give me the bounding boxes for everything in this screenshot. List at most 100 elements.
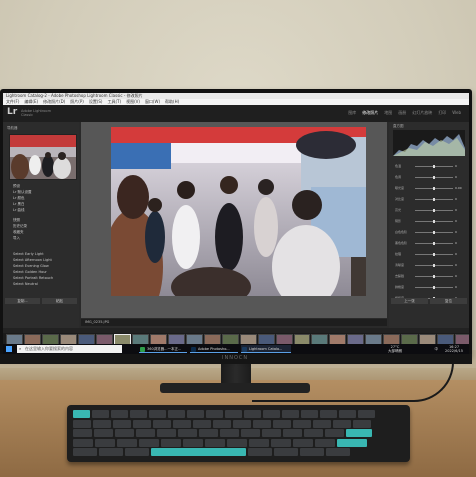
keyboard-key[interactable] — [206, 410, 223, 418]
slider-knob[interactable] — [433, 175, 435, 179]
taskbar-app-lightroom[interactable]: Lightroom Catalo... — [241, 345, 291, 353]
keyboard-key[interactable] — [73, 410, 90, 418]
keyboard-key[interactable] — [320, 410, 337, 418]
keyboard-key[interactable] — [263, 410, 280, 418]
tree-item[interactable]: Select Golden Hour — [13, 270, 47, 274]
slider-track[interactable] — [415, 241, 453, 245]
slider-track[interactable] — [415, 252, 453, 256]
module-library[interactable]: 图库 — [348, 110, 356, 116]
tree-item[interactable]: Select Evening Glow — [13, 264, 49, 268]
slider-knob[interactable] — [433, 208, 435, 212]
slider-row[interactable]: 阴影 0 — [395, 219, 465, 223]
keyboard-key[interactable] — [125, 448, 149, 456]
keyboard-key[interactable] — [168, 410, 185, 418]
keyboard-key[interactable] — [183, 438, 203, 447]
weather-widget[interactable]: 27°C 大部晴朗 — [384, 345, 406, 354]
slider-knob[interactable] — [433, 263, 435, 267]
keyboard-key[interactable] — [253, 419, 271, 428]
keyboard-key[interactable] — [333, 419, 351, 428]
tree-item[interactable]: 历史记录 — [13, 224, 27, 229]
keyboard-key[interactable] — [282, 410, 299, 418]
slider-track[interactable] — [415, 197, 453, 201]
keyboard-key[interactable] — [293, 438, 313, 447]
keyboard-key[interactable] — [304, 429, 323, 437]
slider-track[interactable] — [415, 263, 453, 267]
slider-row[interactable]: 清晰度 0 — [395, 263, 465, 267]
keyboard-key[interactable] — [178, 429, 197, 437]
tree-item[interactable]: 导入 — [13, 236, 20, 241]
slider-track[interactable] — [415, 219, 453, 223]
keyboard-key[interactable] — [205, 438, 225, 447]
keyboard-key[interactable] — [273, 419, 291, 428]
tree-item[interactable]: Select Portrait Retouch — [13, 276, 53, 280]
keyboard-key[interactable] — [315, 438, 335, 447]
keyboard-key[interactable] — [199, 429, 218, 437]
slider-row[interactable]: 色温 0 — [395, 164, 465, 168]
tree-item[interactable]: Select Afternoon Light — [13, 258, 52, 262]
keyboard-key[interactable] — [139, 438, 159, 447]
module-print[interactable]: 打印 — [438, 110, 446, 116]
keyboard-key[interactable] — [241, 429, 260, 437]
keyboard-key[interactable] — [225, 410, 242, 418]
keyboard-key[interactable] — [157, 429, 176, 437]
slider-knob[interactable] — [433, 252, 435, 256]
keyboard-key[interactable] — [187, 410, 204, 418]
module-book[interactable]: 画册 — [398, 110, 406, 116]
tree-item[interactable]: 快照 — [13, 218, 20, 223]
module-web[interactable]: Web — [452, 110, 461, 116]
taskbar-app-photoshop[interactable]: Adobe Photosho... — [190, 345, 238, 353]
keyboard-key[interactable] — [117, 438, 137, 447]
keyboard-key[interactable] — [337, 438, 367, 447]
keyboard-key[interactable] — [283, 429, 302, 437]
slider-row[interactable]: 纹理 0 — [395, 252, 465, 256]
keyboard-key[interactable] — [262, 429, 281, 437]
copy-settings-button[interactable]: 复制... — [5, 298, 40, 304]
keyboard-key[interactable] — [93, 419, 111, 428]
slider-row[interactable]: 去朦胧 0 — [395, 274, 465, 278]
keyboard-key[interactable] — [248, 448, 272, 456]
keyboard-key[interactable] — [220, 429, 239, 437]
keyboard-key[interactable] — [301, 410, 318, 418]
keyboard-key[interactable] — [113, 419, 131, 428]
keyboard-key[interactable] — [249, 438, 269, 447]
tree-item[interactable]: Lr 颜色 — [13, 196, 25, 201]
slider-row[interactable]: 黑色色阶 0 — [395, 241, 465, 245]
taskbar-app-browser[interactable]: 360浏览器...一本正... — [139, 345, 187, 353]
previous-button[interactable]: 上一张 — [391, 298, 428, 304]
tree-item[interactable]: Select Neutral — [13, 282, 38, 286]
slider-row[interactable]: 鲜艳度 0 — [395, 285, 465, 289]
keyboard-key[interactable] — [227, 438, 247, 447]
tree-item[interactable]: 预设 — [13, 184, 20, 189]
keyboard-key[interactable] — [115, 429, 134, 437]
keyboard-key[interactable] — [149, 410, 166, 418]
keyboard-key[interactable] — [73, 438, 93, 447]
language-indicator[interactable]: 中 — [435, 347, 439, 352]
tree-item[interactable]: Select Early Light — [13, 252, 44, 256]
slider-knob[interactable] — [433, 241, 435, 245]
keyboard-key[interactable] — [193, 419, 211, 428]
slider-knob[interactable] — [433, 285, 435, 289]
slider-knob[interactable] — [433, 164, 435, 168]
keyboard-key[interactable] — [73, 419, 91, 428]
slider-row[interactable]: 曝光度 0.00 — [395, 186, 465, 190]
keyboard-key[interactable] — [95, 438, 115, 447]
slider-knob[interactable] — [433, 274, 435, 278]
windows-start-icon[interactable] — [6, 346, 12, 352]
keyboard-key[interactable] — [325, 429, 344, 437]
keyboard-key[interactable] — [300, 448, 324, 456]
module-slideshow[interactable]: 幻灯片放映 — [412, 110, 432, 116]
keyboard-key[interactable] — [346, 429, 372, 437]
keyboard-key[interactable] — [133, 419, 151, 428]
tree-item[interactable]: Lr 黑白 — [13, 202, 25, 207]
keyboard-key[interactable] — [353, 419, 371, 428]
slider-knob[interactable] — [433, 197, 435, 201]
slider-track[interactable] — [415, 164, 453, 168]
slider-row[interactable]: 对比度 0 — [395, 197, 465, 201]
keyboard-key[interactable] — [111, 410, 128, 418]
keyboard-key[interactable] — [161, 438, 181, 447]
tree-item[interactable]: 收藏夹 — [13, 230, 24, 235]
slider-track[interactable] — [415, 285, 453, 289]
clock[interactable]: 16:27 2022/6/15 — [442, 345, 466, 354]
slider-knob[interactable] — [433, 230, 435, 234]
keyboard-key[interactable] — [271, 438, 291, 447]
